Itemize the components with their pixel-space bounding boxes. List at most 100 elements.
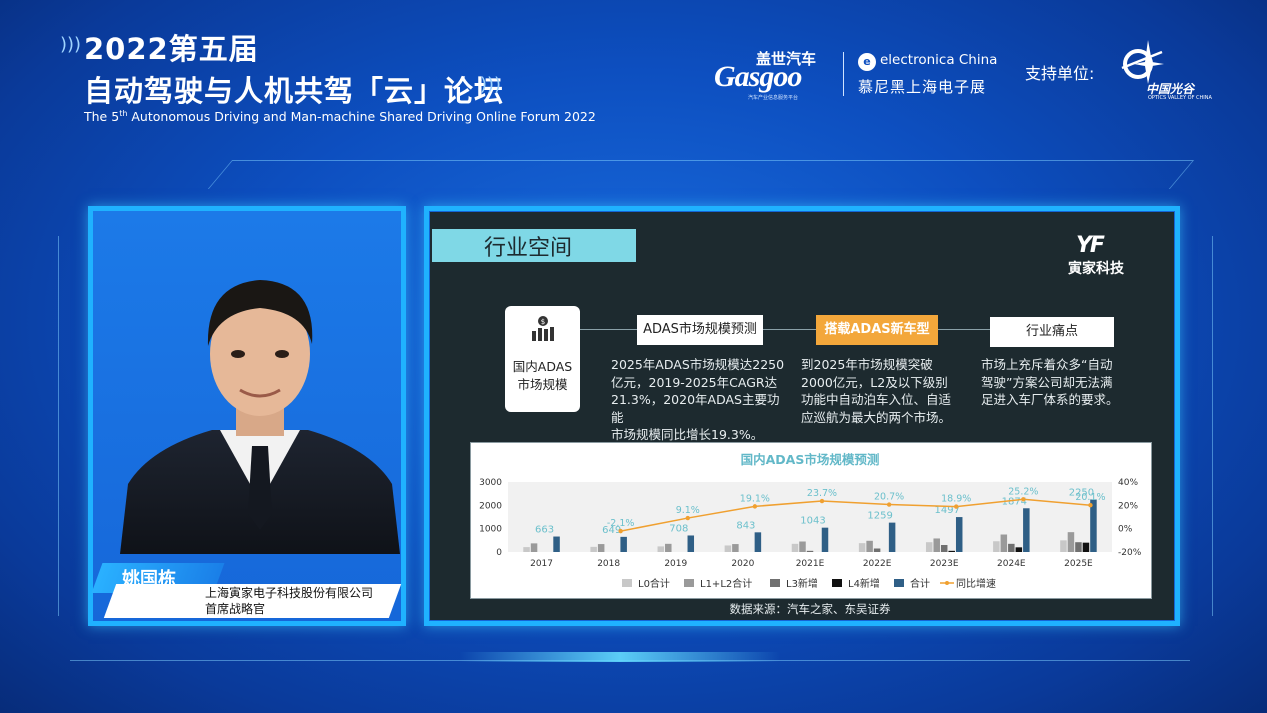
speaker-name: 姚国栋 xyxy=(122,569,176,590)
y-tick-label: 1000 xyxy=(479,525,502,535)
bar-L4新增 xyxy=(948,550,955,552)
x-tick-label: 2023E xyxy=(930,559,959,569)
legend-label: L3新增 xyxy=(786,577,818,590)
x-tick-label: 2019 xyxy=(664,559,687,569)
x-tick-label: 2020 xyxy=(731,559,754,569)
bar-L1+L2合计 xyxy=(1067,532,1075,552)
growth-rate-point xyxy=(954,504,959,509)
bar-L4新增 xyxy=(1082,542,1090,552)
bar-合计 xyxy=(955,517,963,552)
legend-swatch xyxy=(832,579,842,587)
bar-L1+L2合计 xyxy=(933,538,940,552)
bar-L3新增 xyxy=(1008,543,1015,552)
speaker-company: 上海寅家电子科技股份有限公司 xyxy=(205,586,374,600)
signal-wave-icon: ))) xyxy=(60,34,82,55)
logo-divider xyxy=(843,52,844,96)
legend-label: 合计 xyxy=(910,577,930,590)
forum-title-line1: 2022第五届 xyxy=(84,32,259,66)
bar-L0合计 xyxy=(993,541,1000,552)
growth-rate-point xyxy=(618,528,623,534)
growth-data-label: 25.2% xyxy=(1008,486,1038,497)
bar-合计 xyxy=(620,536,627,552)
gasgoo-tagline: 汽车产业信息服务平台 xyxy=(748,95,799,101)
x-tick-label: 2024E xyxy=(997,559,1026,569)
svg-text:$: $ xyxy=(541,318,545,326)
slide-title: 行业空间 xyxy=(484,236,573,261)
x-tick-label: 2021E xyxy=(796,559,825,569)
bar-L1+L2合计 xyxy=(1000,534,1008,552)
growth-data-label: 20.7% xyxy=(874,492,904,503)
gasgoo-logo: Gasgoo xyxy=(714,60,802,93)
bar-合计 xyxy=(1023,508,1030,552)
growth-rate-point xyxy=(752,504,758,509)
x-tick-label: 2025E xyxy=(1064,559,1093,569)
pill-pain-points: 行业痛点 xyxy=(990,317,1114,347)
optics-valley-logo-icon xyxy=(1121,40,1164,84)
growth-data-label: 19.1% xyxy=(740,493,770,504)
electronica-icon: e xyxy=(858,53,876,71)
speaker-role: 首席战略官 xyxy=(205,602,266,616)
electronica-cn-name: 慕尼黑上海电子展 xyxy=(858,78,987,96)
growth-data-label: 18.9% xyxy=(941,494,971,505)
growth-rate-point xyxy=(886,502,892,507)
decor-frame-left xyxy=(58,236,73,616)
y-tick-label: 2000 xyxy=(479,501,502,511)
bar-合计 xyxy=(1090,499,1097,552)
bar-L3新增 xyxy=(1075,542,1082,552)
total-data-label: 663 xyxy=(535,525,554,536)
bar-L1+L2合计 xyxy=(665,543,672,552)
bar-L3新增 xyxy=(873,548,881,552)
y2-tick-label: 20% xyxy=(1118,501,1138,511)
legend-label: L4新增 xyxy=(848,577,880,590)
market-size-card-label: 国内ADAS 市场规模 xyxy=(512,359,573,392)
y-tick-label: 0 xyxy=(496,548,502,558)
chart-title: 国内ADAS市场规模预测 xyxy=(740,452,880,467)
support-label: 支持单位: xyxy=(1025,64,1095,83)
bar-L0合计 xyxy=(590,546,597,552)
growth-data-label: 20.1% xyxy=(1075,492,1105,503)
y2-tick-label: 40% xyxy=(1118,478,1138,488)
optics-valley-en: OPTICS VALLEY OF CHINA xyxy=(1148,95,1212,101)
bar-L4新增 xyxy=(1015,547,1023,552)
bar-L0合计 xyxy=(657,546,665,552)
legend-swatch xyxy=(894,579,904,587)
yinjia-brand-name: 寅家科技 xyxy=(1068,261,1124,277)
growth-rate-point xyxy=(819,498,825,504)
growth-rate-point xyxy=(685,515,690,521)
bar-合计 xyxy=(687,535,695,552)
total-data-label: 1043 xyxy=(800,516,825,527)
x-tick-label: 2022E xyxy=(863,559,892,569)
forum-title-line2: 自动驾驶与人机共驾「云」论坛 xyxy=(84,74,505,108)
legend-swatch-point xyxy=(945,581,949,585)
desc-adas-new-models: 到2025年市场规模突破 2000亿元，L2及以下级别 功能中自动泊车入位、自适 应巡… xyxy=(801,357,952,425)
bar-L0合计 xyxy=(1060,540,1067,552)
x-tick-label: 2017 xyxy=(530,559,553,569)
legend-label: 同比增速 xyxy=(956,577,996,590)
bar-L0合计 xyxy=(523,547,530,552)
bar-L0合计 xyxy=(791,543,799,552)
bar-L0合计 xyxy=(724,545,732,552)
legend-swatch xyxy=(684,579,694,587)
bar-L1+L2合计 xyxy=(799,541,806,552)
forum-subtitle: The 5th Autonomous Driving and Man-machi… xyxy=(84,109,596,125)
bar-合计 xyxy=(821,527,829,552)
y2-tick-label: 0% xyxy=(1118,525,1133,535)
total-data-label: 1259 xyxy=(867,511,892,522)
total-data-label: 708 xyxy=(669,523,688,534)
legend-label: L0合计 xyxy=(638,577,670,590)
desc-pain-points: 市场上充斥着众多“自动 驾驶”方案公司却无法满 足进入车厂体系的要求。 xyxy=(981,357,1119,407)
x-tick-label: 2018 xyxy=(597,559,620,569)
growth-rate-point xyxy=(1088,503,1093,508)
bar-L1+L2合计 xyxy=(530,543,538,552)
legend-label: L1+L2合计 xyxy=(700,577,752,590)
bar-L3新增 xyxy=(806,550,814,552)
growth-data-label: -2.1% xyxy=(607,518,635,529)
bar-L0合计 xyxy=(858,543,866,552)
y-tick-label: 3000 xyxy=(479,478,502,488)
growth-data-label: 9.1% xyxy=(676,505,700,516)
growth-data-label: 23.7% xyxy=(807,488,837,499)
speaker-info: 上海寅家电子科技股份有限公司 首席战略官 xyxy=(205,585,373,617)
decor-frame-top xyxy=(207,160,1195,189)
bar-L1+L2合计 xyxy=(597,544,605,552)
signal-wave-icon: ))) xyxy=(480,74,502,95)
